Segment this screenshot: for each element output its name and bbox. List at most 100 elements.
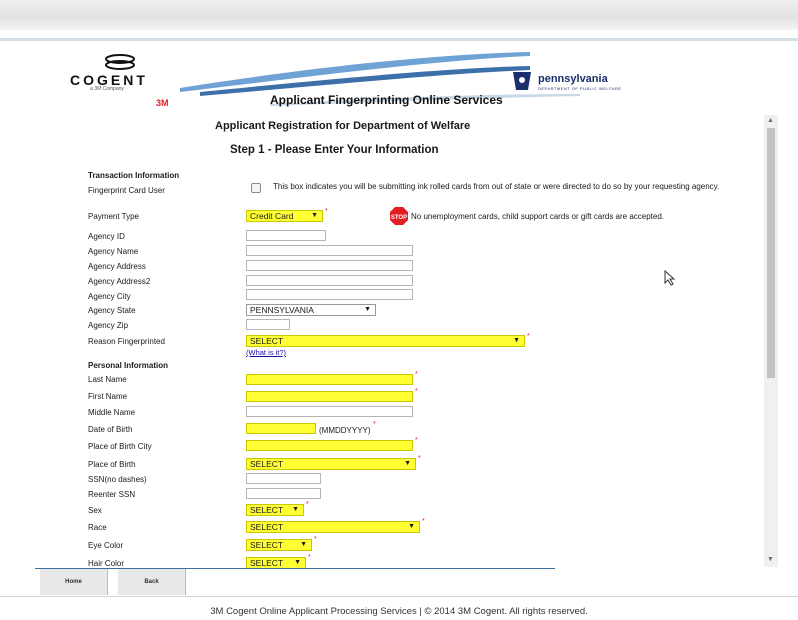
chevron-down-icon: ▼ bbox=[404, 460, 411, 467]
required-marker: * bbox=[373, 421, 376, 428]
3m-logo: 3M bbox=[156, 98, 169, 108]
middle-name-label: Middle Name bbox=[88, 408, 136, 417]
date-of-birth-label: Date of Birth bbox=[88, 425, 133, 434]
agency-name-label: Agency Name bbox=[88, 247, 139, 256]
agency-city-input[interactable] bbox=[246, 289, 413, 300]
chevron-down-icon: ▼ bbox=[294, 559, 301, 566]
site-header: COGENT a 3M Company 3M pennsylvania DEPA… bbox=[60, 48, 780, 110]
page-title: Applicant Registration for Department of… bbox=[215, 120, 471, 132]
cogent-logo: COGENT a 3M Company 3M bbox=[70, 50, 180, 110]
required-marker: * bbox=[308, 554, 311, 561]
scrollbar-thumb[interactable] bbox=[767, 128, 775, 378]
eye-color-label: Eye Color bbox=[88, 541, 124, 550]
scroll-up-icon[interactable]: ▲ bbox=[767, 117, 774, 124]
reason-fingerprinted-value: SELECT bbox=[250, 336, 284, 346]
card-user-checkbox[interactable] bbox=[251, 183, 261, 193]
reenter-ssn-input[interactable] bbox=[246, 488, 321, 499]
vertical-scrollbar[interactable]: ▲ ▼ bbox=[764, 115, 778, 567]
agency-city-label: Agency City bbox=[88, 292, 131, 301]
cogent-logo-icon bbox=[105, 54, 135, 70]
chevron-down-icon: ▼ bbox=[311, 212, 318, 219]
required-marker: * bbox=[306, 501, 309, 508]
personal-section-header: Personal Information bbox=[88, 361, 169, 370]
transaction-section-header: Transaction Information bbox=[88, 171, 180, 180]
chevron-down-icon: ▼ bbox=[408, 523, 415, 530]
reenter-ssn-label: Reenter SSN bbox=[88, 490, 136, 499]
registration-form: Transaction Information Fingerprint Card… bbox=[88, 165, 758, 570]
cogent-tagline: a 3M Company bbox=[90, 86, 124, 92]
place-of-birth-city-input[interactable] bbox=[246, 440, 413, 451]
eye-color-select[interactable]: SELECT ▼ bbox=[246, 539, 312, 551]
payment-type-select[interactable]: Credit Card ▼ bbox=[246, 210, 323, 222]
required-marker: * bbox=[314, 536, 317, 543]
required-marker: * bbox=[325, 208, 328, 215]
agency-id-label: Agency ID bbox=[88, 232, 125, 241]
place-of-birth-value: SELECT bbox=[250, 459, 284, 469]
header-title: Applicant Fingerprinting Online Services bbox=[270, 93, 503, 107]
last-name-input[interactable] bbox=[246, 374, 413, 385]
required-marker: * bbox=[415, 388, 418, 395]
stop-sign-text: STOP bbox=[391, 215, 407, 221]
race-value: SELECT bbox=[250, 522, 284, 532]
required-marker: * bbox=[415, 371, 418, 378]
step-title: Step 1 - Please Enter Your Information bbox=[230, 144, 439, 156]
pennsylvania-logo-subtitle: DEPARTMENT OF PUBLIC WELFARE bbox=[538, 86, 622, 91]
agency-address2-input[interactable] bbox=[246, 275, 413, 286]
mouse-cursor-icon bbox=[664, 270, 676, 286]
sex-value: SELECT bbox=[250, 505, 284, 515]
agency-address-input[interactable] bbox=[246, 260, 413, 271]
agency-name-input[interactable] bbox=[246, 245, 413, 256]
first-name-input[interactable] bbox=[246, 391, 413, 402]
stop-sign-icon: STOP bbox=[390, 207, 408, 225]
agency-state-select[interactable]: PENNSYLVANIA ▼ bbox=[246, 304, 376, 316]
card-user-label: Fingerprint Card User bbox=[88, 186, 165, 195]
chevron-down-icon: ▼ bbox=[513, 337, 520, 344]
browser-top-bar bbox=[0, 0, 798, 30]
sex-select[interactable]: SELECT ▼ bbox=[246, 504, 304, 516]
footer-divider bbox=[0, 596, 798, 597]
pennsylvania-keystone-icon bbox=[513, 72, 531, 90]
copyright-text: 3M Cogent Online Applicant Processing Se… bbox=[210, 606, 588, 617]
chevron-down-icon: ▼ bbox=[300, 541, 307, 548]
agency-address-label: Agency Address bbox=[88, 262, 146, 271]
place-of-birth-select[interactable]: SELECT ▼ bbox=[246, 458, 416, 470]
card-user-note: This box indicates you will be submittin… bbox=[273, 182, 720, 191]
agency-state-value: PENNSYLVANIA bbox=[250, 305, 314, 315]
race-select[interactable]: SELECT ▼ bbox=[246, 521, 420, 533]
home-button[interactable]: Home bbox=[40, 569, 108, 595]
last-name-label: Last Name bbox=[88, 375, 127, 384]
chevron-down-icon: ▼ bbox=[292, 506, 299, 513]
agency-zip-label: Agency Zip bbox=[88, 321, 129, 330]
agency-state-label: Agency State bbox=[88, 306, 136, 315]
reason-fingerprinted-select[interactable]: SELECT ▼ bbox=[246, 335, 525, 347]
place-of-birth-label: Place of Birth bbox=[88, 460, 136, 469]
payment-note: No unemployment cards, child support car… bbox=[411, 212, 665, 221]
middle-name-input[interactable] bbox=[246, 406, 413, 417]
agency-id-input[interactable] bbox=[246, 230, 326, 241]
required-marker: * bbox=[418, 455, 421, 462]
place-of-birth-city-label: Place of Birth City bbox=[88, 442, 152, 451]
footer-nav-line bbox=[35, 568, 555, 569]
first-name-label: First Name bbox=[88, 392, 128, 401]
chevron-down-icon: ▼ bbox=[364, 306, 371, 313]
sex-label: Sex bbox=[88, 506, 102, 515]
required-marker: * bbox=[527, 333, 530, 340]
hair-color-label: Hair Color bbox=[88, 559, 125, 568]
race-label: Race bbox=[88, 523, 107, 532]
eye-color-value: SELECT bbox=[250, 540, 284, 550]
agency-zip-input[interactable] bbox=[246, 319, 290, 330]
pennsylvania-logo-text: pennsylvania bbox=[538, 73, 608, 85]
date-of-birth-input[interactable] bbox=[246, 423, 316, 434]
ssn-label: SSN(no dashes) bbox=[88, 475, 147, 484]
payment-type-label: Payment Type bbox=[88, 212, 139, 221]
back-button[interactable]: Back bbox=[118, 569, 186, 595]
required-marker: * bbox=[415, 437, 418, 444]
required-marker: * bbox=[422, 518, 425, 525]
scroll-down-icon[interactable]: ▼ bbox=[767, 556, 774, 563]
footer-nav: Home Back bbox=[0, 568, 798, 596]
hair-color-value: SELECT bbox=[250, 558, 284, 568]
what-is-it-link[interactable]: (What is it?) bbox=[246, 348, 286, 357]
reason-fingerprinted-label: Reason Fingerprinted bbox=[88, 337, 165, 346]
date-of-birth-hint: (MMDDYYYY) bbox=[319, 426, 371, 435]
ssn-input[interactable] bbox=[246, 473, 321, 484]
